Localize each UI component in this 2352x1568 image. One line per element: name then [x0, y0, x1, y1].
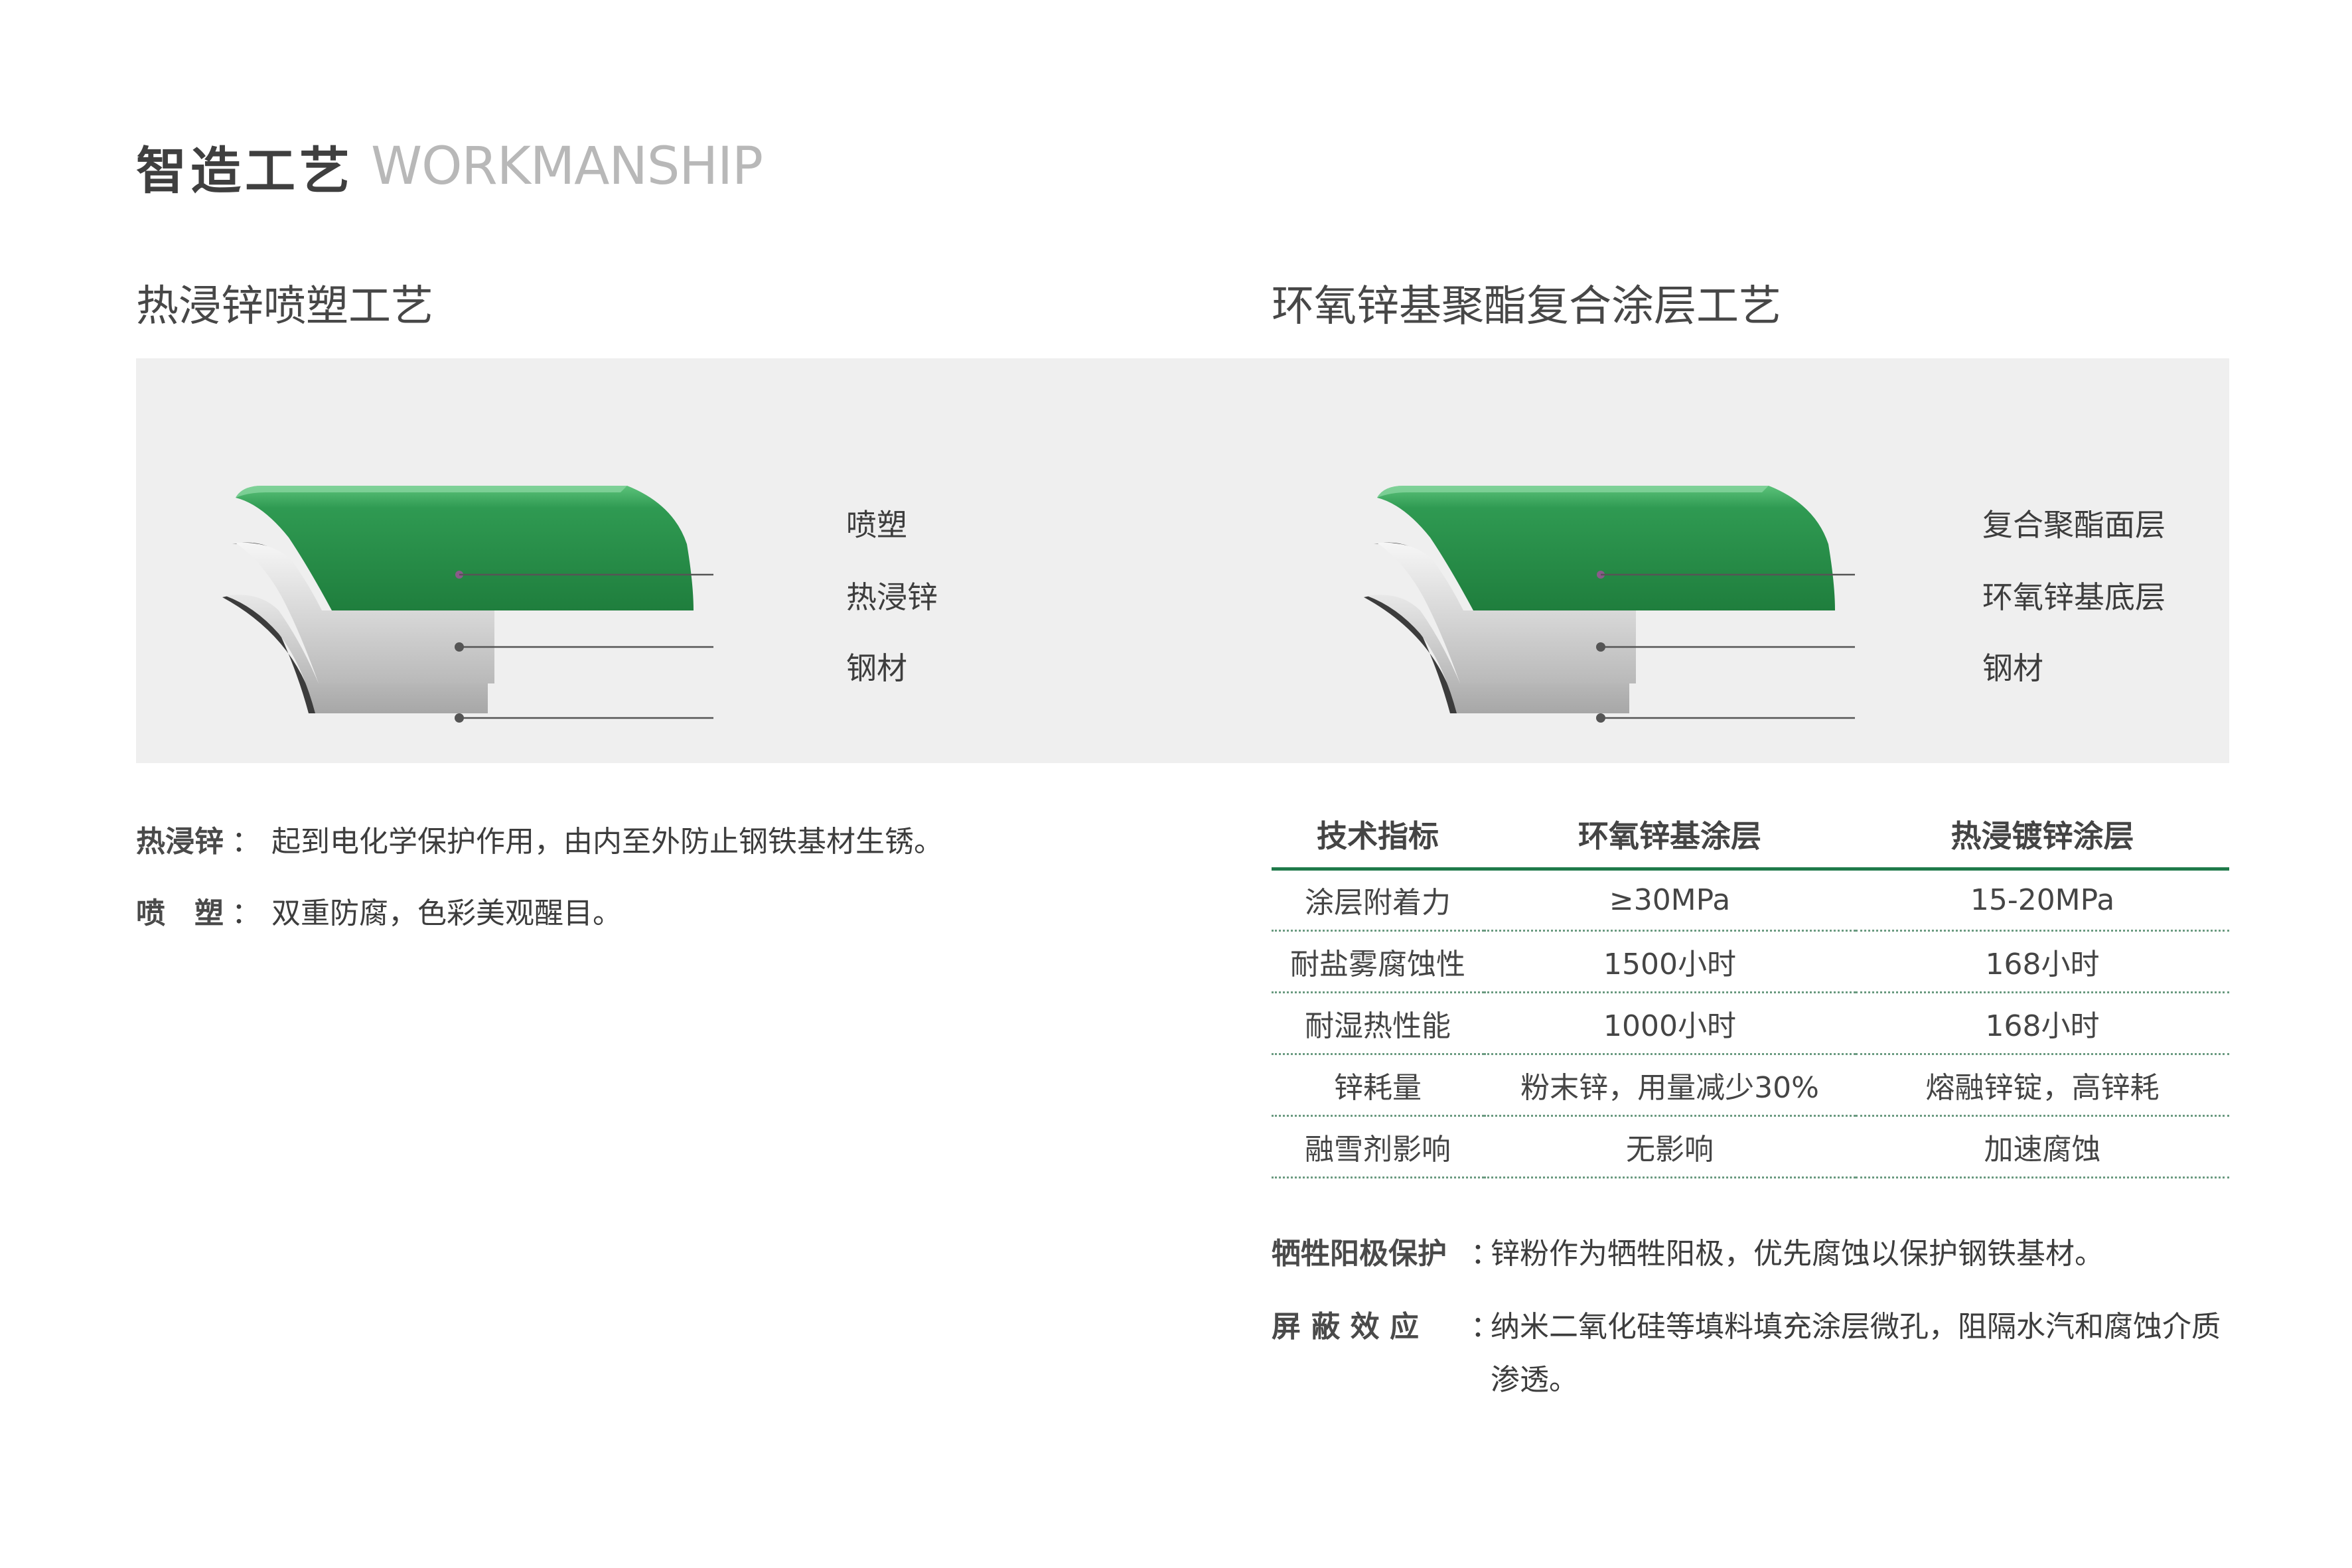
table-cell: 熔融锌锭，高锌耗	[1856, 1054, 2229, 1117]
description-colon: ：	[232, 896, 261, 930]
layer-stack-graphic	[1364, 486, 1855, 723]
note-term: 牺牲阳极保护	[1272, 1237, 1447, 1271]
callout-label-steel: 钢材	[846, 650, 907, 686]
callout-label-steel: 钢材	[1982, 650, 2043, 686]
note-term: 屏 蔽 效 应	[1272, 1310, 1419, 1344]
table-row: 耐湿热性能 1000小时 168小时	[1272, 992, 2229, 1055]
spec-comparison-table: 技术指标 环氧锌基涂层 热浸镀锌涂层 涂层附着力 ≥30MPa 15-20MPa…	[1272, 801, 2229, 1178]
table-row: 涂层附着力 ≥30MPa 15-20MPa	[1272, 869, 2229, 932]
table-cell: 15-20MPa	[1856, 869, 2229, 932]
description-spray: 喷 塑： 双重防腐，色彩美观醒目。	[136, 889, 622, 932]
description-text: 起到电化学保护作用，由内至外防止钢铁基材生锈。	[271, 825, 943, 859]
table-cell: 加速腐蚀	[1856, 1115, 2229, 1178]
section-title-epoxy: 环氧锌基聚酯复合涂层工艺	[1272, 282, 1781, 331]
layer-diagram-epoxy	[1351, 411, 1855, 723]
layer-diagram-hot-dip	[209, 411, 713, 723]
table-cell: 耐盐雾腐蚀性	[1272, 930, 1484, 993]
table-cell: 粉末锌，用量减少30%	[1484, 1054, 1856, 1117]
page-title: 智造工艺 WORKMANSHIP	[136, 130, 763, 203]
note-colon: ：	[1471, 1237, 1500, 1271]
description-colon: ：	[232, 825, 261, 859]
table-header: 环氧锌基涂层	[1484, 801, 1856, 871]
description-term: 喷 塑	[136, 896, 224, 930]
description-term: 热浸锌	[136, 825, 224, 859]
callout-label-polyester-top: 复合聚酯面层	[1982, 507, 2166, 543]
note-text: 纳米二氧化硅等填料填充涂层微孔，阻隔水汽和腐蚀介质渗透。	[1491, 1310, 2221, 1397]
description-hot-dip: 热浸锌： 起到电化学保护作用，由内至外防止钢铁基材生锈。	[136, 818, 943, 860]
table-cell: 1000小时	[1484, 992, 1856, 1055]
table-cell: ≥30MPa	[1484, 869, 1856, 932]
table-cell: 无影响	[1484, 1115, 1856, 1178]
callout-label-spray: 喷塑	[846, 507, 907, 543]
page-title-en: WORKMANSHIP	[371, 137, 763, 196]
callout-label-epoxy-base: 环氧锌基底层	[1982, 579, 2166, 615]
table-cell: 168小时	[1856, 930, 2229, 993]
table-header: 热浸镀锌涂层	[1856, 801, 2229, 871]
note-sacrificial-anode: 牺牲阳极保护 ：锌粉作为牺牲阳极，优先腐蚀以保护钢铁基材。	[1272, 1228, 2234, 1281]
section-title-hot-dip: 热浸锌喷塑工艺	[136, 282, 433, 331]
description-text: 双重防腐，色彩美观醒目。	[271, 896, 622, 930]
table-cell: 168小时	[1856, 992, 2229, 1055]
table-cell: 融雪剂影响	[1272, 1115, 1484, 1178]
table-cell: 锌耗量	[1272, 1054, 1484, 1117]
table-row: 耐盐雾腐蚀性 1500小时 168小时	[1272, 930, 2229, 993]
table-row: 融雪剂影响 无影响 加速腐蚀	[1272, 1115, 2229, 1178]
table-cell: 1500小时	[1484, 930, 1856, 993]
note-text: 锌粉作为牺牲阳极，优先腐蚀以保护钢铁基材。	[1491, 1237, 2104, 1271]
table-cell: 耐湿热性能	[1272, 992, 1484, 1055]
table-header-row: 技术指标 环氧锌基涂层 热浸镀锌涂层	[1272, 801, 2229, 871]
callout-label-galvanize: 热浸锌	[846, 579, 938, 615]
table-header: 技术指标	[1272, 801, 1484, 871]
table-cell: 涂层附着力	[1272, 869, 1484, 932]
page-title-cn: 智造工艺	[136, 141, 354, 200]
illustration-panel: 喷塑 热浸锌 钢材 复合聚酯面层 环氧锌基底层 钢材	[136, 358, 2229, 763]
table-row: 锌耗量 粉末锌，用量减少30% 熔融锌锭，高锌耗	[1272, 1054, 2229, 1117]
note-shielding-effect: 屏 蔽 效 应 ：纳米二氧化硅等填料填充涂层微孔，阻隔水汽和腐蚀介质渗透。	[1272, 1301, 2234, 1407]
layer-stack-graphic	[222, 486, 713, 723]
note-colon: ：	[1471, 1310, 1500, 1344]
